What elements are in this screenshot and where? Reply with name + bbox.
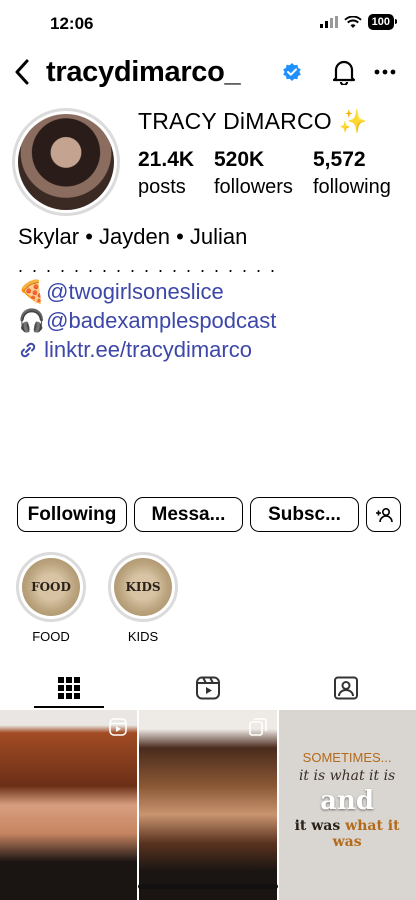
top-nav: tracydimarco_ [0, 50, 416, 94]
signal-icon [319, 16, 338, 28]
pizza-icon: 🍕 [18, 279, 46, 304]
highlight-kids[interactable]: KIDS KIDS [108, 552, 178, 644]
tab-reels[interactable] [139, 668, 278, 708]
home-indicator [138, 884, 278, 889]
bio-family-line: Skylar • Jayden • Julian [18, 224, 248, 249]
posts-label: posts [138, 176, 186, 198]
quote-line: it is what it is [298, 768, 396, 784]
followers-count: 520K [214, 148, 265, 171]
reels-icon [195, 676, 220, 700]
notification-bell-icon[interactable] [330, 58, 358, 86]
bio-website-row: linktr.ee/tracydimarco [18, 335, 408, 364]
posts-grid: SOMETIMES... it is what it is and it was… [0, 710, 416, 900]
quote-line: SOMETIMES... [302, 750, 392, 765]
suggested-users-button[interactable] [366, 497, 401, 532]
wifi-icon [343, 15, 362, 28]
bio-divider: . . . . . . . . . . . . . . . . . . . [18, 256, 278, 276]
highlight-ring: KIDS [108, 552, 178, 622]
back-arrow-icon[interactable] [8, 54, 36, 90]
profile-username: tracydimarco_ [46, 56, 241, 88]
verified-badge-icon [283, 63, 301, 81]
carousel-indicator-icon [248, 718, 267, 736]
highlight-ring: FOOD [16, 552, 86, 622]
avatar-image [18, 114, 114, 210]
following-count: 5,572 [313, 148, 366, 171]
link-icon [20, 342, 36, 358]
quote-line: it was what it was [279, 818, 416, 850]
tab-tagged[interactable] [277, 668, 416, 708]
status-icons: 100 [319, 14, 398, 30]
following-label: following [313, 176, 391, 198]
quote-line: and [320, 786, 375, 816]
status-time: 12:06 [50, 14, 94, 33]
bio-handle-row-2: 🎧 @badexamplespodcast [18, 306, 408, 335]
more-options-icon[interactable] [372, 58, 398, 86]
message-button[interactable]: Messa... [134, 497, 243, 532]
posts-count: 21.4K [138, 148, 195, 171]
highlight-label: KIDS [127, 629, 159, 644]
highlight-food[interactable]: FOOD FOOD [16, 552, 86, 644]
posts-stat[interactable]: 21.4K posts [138, 148, 214, 199]
post-thumbnail[interactable] [0, 710, 138, 900]
headphones-icon: 🎧 [18, 308, 46, 333]
quote-text: SOMETIMES... it is what it is and it was… [279, 750, 416, 850]
reel-indicator-icon [109, 718, 128, 736]
highlight-cover: KIDS [114, 558, 172, 616]
bio-handle-link-1[interactable]: @twogirlsoneslice [46, 279, 224, 304]
profile-tabs [0, 668, 416, 708]
display-name: TRACY DiMARCO ✨ [138, 108, 368, 134]
subscribe-button[interactable]: Subsc... [250, 497, 359, 532]
quote-line-part: it was [294, 818, 346, 834]
story-highlights: FOOD FOOD KIDS KIDS [16, 552, 178, 644]
following-button[interactable]: Following [17, 497, 127, 532]
profile-stats: 21.4K posts 520K followers 5,572 followi… [138, 148, 413, 199]
post-thumbnail[interactable]: SOMETIMES... it is what it is and it was… [278, 710, 416, 900]
post-thumbnail[interactable] [139, 710, 277, 900]
followers-label: followers [214, 176, 293, 198]
profile-bio: Skylar • Jayden • Julian . . . . . . . .… [18, 222, 408, 364]
battery-icon: 100 [367, 14, 398, 30]
highlight-cover: FOOD [22, 558, 80, 616]
tagged-user-icon [334, 676, 359, 700]
highlight-label: FOOD [32, 629, 70, 644]
status-bar: 12:06 100 [0, 0, 416, 48]
tab-posts-grid[interactable] [0, 668, 139, 708]
followers-stat[interactable]: 520K followers [214, 148, 313, 199]
bio-website-link[interactable]: linktr.ee/tracydimarco [44, 337, 252, 362]
bio-handle-row-1: 🍕 @twogirlsoneslice [18, 277, 408, 306]
bio-handle-link-2[interactable]: @badexamplespodcast [46, 308, 276, 333]
grid-icon [58, 677, 81, 699]
profile-action-buttons: Following Messa... Subsc... [17, 497, 401, 532]
add-user-icon [375, 507, 393, 522]
following-stat[interactable]: 5,572 following [313, 148, 413, 199]
profile-avatar[interactable] [12, 108, 120, 216]
